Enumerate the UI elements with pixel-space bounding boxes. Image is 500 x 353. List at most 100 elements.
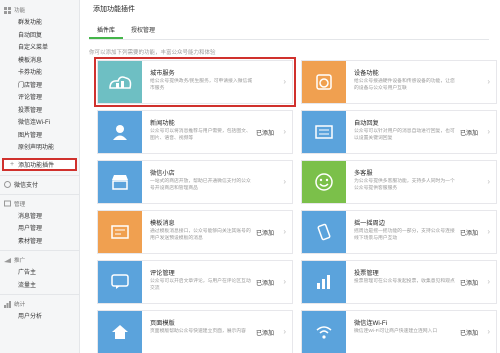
chevron-right-icon: › [283, 277, 286, 286]
sidebar-item[interactable]: 群发功能 [0, 17, 79, 30]
shop-icon [98, 161, 142, 203]
plugin-card[interactable]: 新闻功能公众号可以将消息推荐与用户需要，包括图文、图片、语音、视频等 已添加 › [97, 110, 293, 154]
plugin-title: 评论管理 [150, 270, 175, 277]
chevron-right-icon: › [283, 127, 286, 136]
plugin-card[interactable]: 设备功能给公众号接通硬件设备和传感设备的功能，让您的设备与公众号用户互联 › [301, 60, 497, 104]
page-template-icon [98, 311, 142, 353]
plugin-description: 公众号可以开启文章评论，与用户在评论区互动交流 [150, 279, 251, 291]
plugin-card[interactable]: 页面模版页面模版帮助公众号快速建立页面，展示内容 已添加 › [97, 310, 293, 353]
plugin-status: 已添加 [459, 131, 478, 137]
sidebar-item[interactable]: 用户管理 [0, 223, 79, 236]
sidebar-section-stats: 统计 [0, 297, 79, 311]
promotion-icon [4, 257, 11, 264]
sidebar-section-management: 管理 [0, 197, 79, 211]
chevron-right-icon: › [283, 177, 286, 186]
plugin-description: 一站式的商店开放，帮助已开通微信支付的公众号开设商店和管理商品 [150, 179, 251, 191]
plugin-card[interactable]: 微信连Wi-Fi 微信连Wi-Fi可让商户快速建立连网入口 已添加 › [301, 310, 497, 353]
sidebar-item[interactable]: 模板消息 [0, 55, 79, 68]
plugin-title: 投票管理 [354, 270, 379, 277]
sidebar-item[interactable]: 消息管理 [0, 211, 79, 224]
plus-icon: + [10, 160, 15, 168]
plugin-card[interactable]: 评论管理公众号可以开启文章评论，与用户在评论区互动交流 已添加 › [97, 260, 293, 304]
plugin-status: 已添加 [459, 331, 478, 337]
plugin-description: 摇周边是摇一摇功能的一部分，支持公众号连接线下场景与用户互动 [354, 229, 455, 241]
tab-plugin-library[interactable]: 插件库 [89, 24, 124, 39]
plugin-title: 模板消息 [150, 220, 175, 227]
sidebar-item[interactable]: 评论管理 [0, 92, 79, 105]
plugin-title: 摇一摇周边 [354, 220, 385, 227]
device-icon [302, 61, 346, 103]
tab-bar: 插件库 授权管理 [89, 24, 489, 40]
chevron-right-icon: › [487, 277, 490, 286]
plugin-card[interactable]: 城市服务 给公众号提供政务/民生服务，可申请接入微信城市服务 › [97, 60, 293, 104]
plugin-status: 已添加 [255, 281, 274, 287]
grid-icon [4, 6, 11, 14]
wechat-pay-icon [4, 181, 11, 188]
plugin-card[interactable]: 微信小店一站式的商店开放，帮助已开通微信支付的公众号开设商店和管理商品 › [97, 160, 293, 204]
management-icon [4, 200, 11, 207]
city-icon [98, 61, 142, 103]
plugin-description: 页面模版帮助公众号快速建立页面，展示内容 [150, 329, 246, 334]
template-icon [98, 211, 142, 253]
plugin-description: 给公众号接通硬件设备和传感设备的功能，让您的设备与公众号用户互联 [354, 79, 455, 91]
plugin-card[interactable]: 摇一摇周边 摇周边是摇一摇功能的一部分，支持公众号连接线下场景与用户互动 已添加 › [301, 210, 497, 254]
sidebar-item[interactable]: 微信连Wi-Fi [0, 117, 79, 130]
page-description: 你可以添加下列需要的功能，丰富公众号能力和体验 [89, 50, 216, 56]
page-title: 添加功能插件 [93, 6, 135, 13]
plugin-status: 已添加 [255, 131, 274, 137]
plugin-status: 已添加 [255, 331, 274, 337]
chevron-right-icon: › [487, 227, 490, 236]
reply-icon [302, 111, 346, 153]
comment-icon [98, 261, 142, 303]
sidebar-item[interactable]: 自动回复 [0, 30, 79, 43]
chevron-right-icon: › [487, 77, 490, 86]
plugin-card[interactable]: 多客服为公众号提供多客服功能，支持多人同时为一个公众号提供客服服务 › [301, 160, 497, 204]
plugin-card[interactable]: 模板消息通过模板消息接口，公众号能够向关注其账号的用户发送预设模板的消息 已添加 › [97, 210, 293, 254]
plugin-description: 公众号可以将消息推荐与用户需要，包括图文、图片、语音、视频等 [150, 129, 251, 141]
tab-authorization[interactable]: 授权管理 [123, 24, 163, 39]
sidebar-item[interactable]: 自定义菜单 [0, 42, 79, 55]
plugin-description: 为公众号提供多客服功能，支持多人同时为一个公众号提供客服服务 [354, 179, 455, 191]
sidebar-item[interactable]: 流量主 [0, 280, 79, 293]
sidebar-item[interactable]: 广告主 [0, 267, 79, 280]
plugin-title: 新闻功能 [150, 120, 175, 127]
shake-icon [302, 211, 346, 253]
sidebar-item[interactable]: 素材管理 [0, 236, 79, 249]
plugin-description: 公众号可以针对用户的消息自动进行回复，也可以设置关键词回复 [354, 129, 455, 141]
sidebar-item-wechat-pay[interactable]: 微信支付 [0, 178, 79, 192]
news-icon [98, 111, 142, 153]
plugin-card[interactable]: 自动回复 公众号可以针对用户的消息自动进行回复，也可以设置关键词回复 已添加 › [301, 110, 497, 154]
wifi-icon [302, 311, 346, 353]
sidebar-section-function: 功能 [0, 3, 79, 17]
chevron-right-icon: › [283, 327, 286, 336]
sidebar-item[interactable]: 投票管理 [0, 105, 79, 118]
sidebar-item[interactable]: 门店管理 [0, 80, 79, 93]
plugin-title: 微信小店 [150, 170, 175, 177]
sidebar-item[interactable]: 卡券功能 [0, 67, 79, 80]
plugin-description: 投票管理可在公众号发起投票，收集意见和观点 [354, 279, 455, 284]
plugin-title: 设备功能 [354, 70, 379, 77]
plugin-title: 多客服 [354, 170, 373, 177]
plugin-title: 微信连Wi-Fi [354, 320, 387, 327]
plugin-status: 已添加 [459, 281, 478, 287]
plugin-status: 已添加 [255, 231, 274, 237]
sidebar-section-promotion: 推广 [0, 253, 79, 267]
stats-icon [4, 300, 11, 308]
main-content: 添加功能插件 插件库 授权管理 你可以添加下列需要的功能，丰富公众号能力和体验 … [81, 0, 500, 353]
plugin-title: 自动回复 [354, 120, 379, 127]
plugin-card[interactable]: 投票管理投票管理可在公众号发起投票，收集意见和观点 已添加 › [301, 260, 497, 304]
service-icon [302, 161, 346, 203]
plugin-description: 通过模板消息接口，公众号能够向关注其账号的用户发送预设模板的消息 [150, 229, 251, 241]
chevron-right-icon: › [487, 327, 490, 336]
plugin-description: 微信连Wi-Fi可让商户快速建立连网入口 [354, 329, 438, 334]
vote-icon [302, 261, 346, 303]
add-plugin-item[interactable]: + 添加功能插件 [2, 157, 77, 171]
plugin-title: 页面模版 [150, 320, 175, 327]
sidebar: 功能 群发功能 自动回复 自定义菜单 模板消息 卡券功能 门店管理 评论管理 投票管理 微信连W… [0, 0, 80, 353]
sidebar-item[interactable]: 图片管理 [0, 130, 79, 143]
chevron-right-icon: › [283, 227, 286, 236]
sidebar-item[interactable]: 用户分析 [0, 311, 79, 324]
chevron-right-icon: › [487, 177, 490, 186]
sidebar-item[interactable]: 原创声明功能 [0, 142, 79, 155]
plugin-title: 城市服务 [150, 70, 175, 77]
